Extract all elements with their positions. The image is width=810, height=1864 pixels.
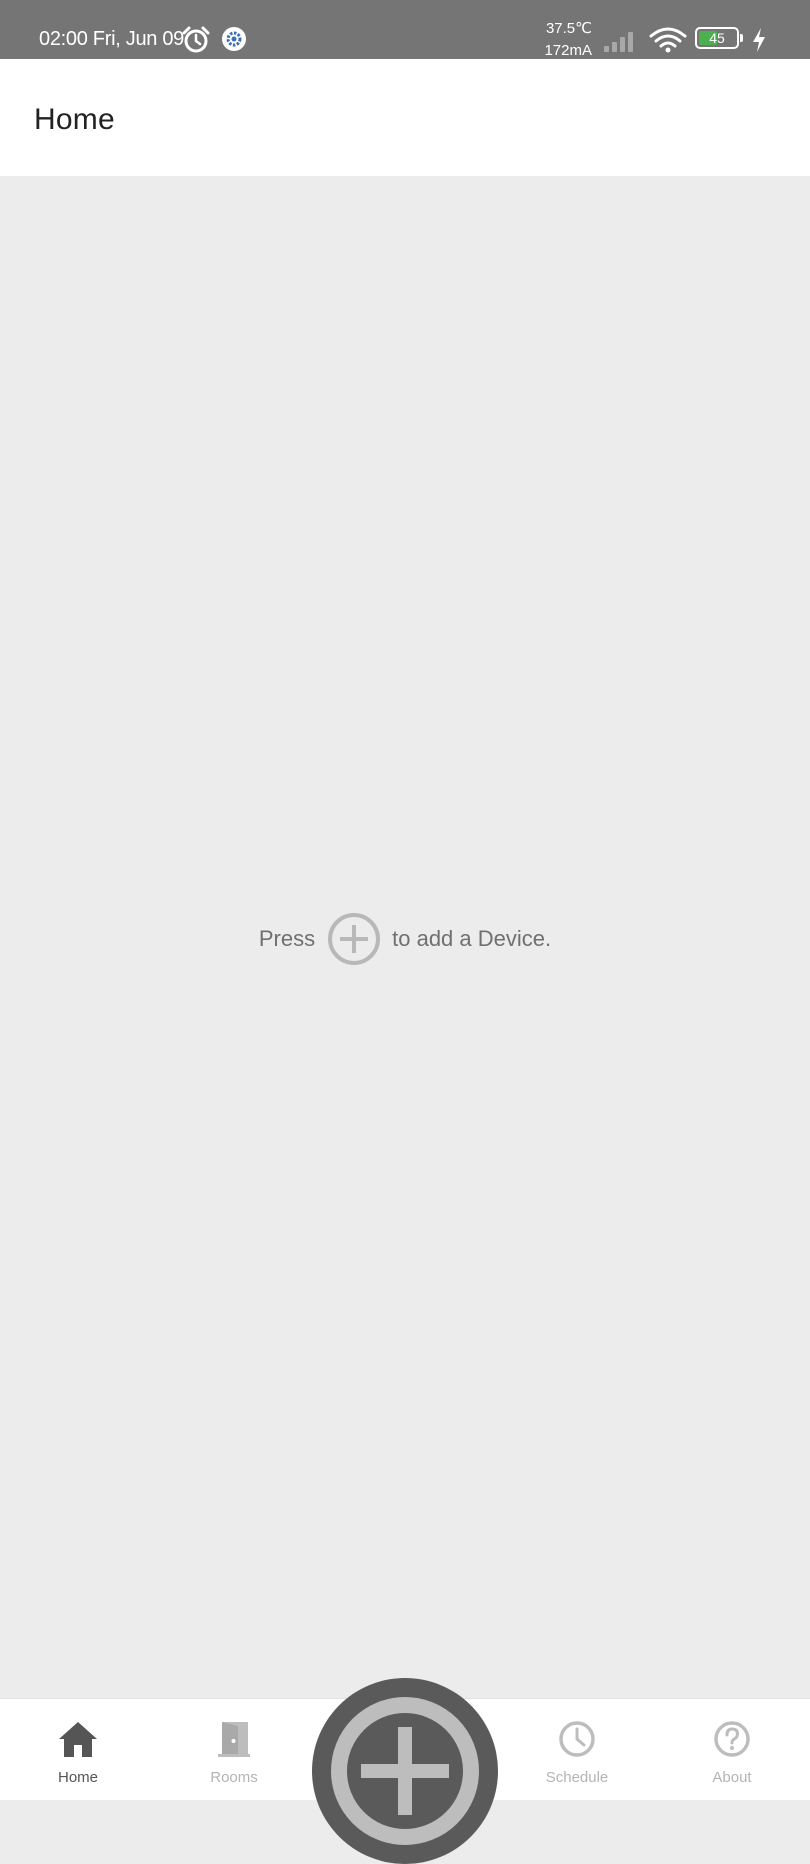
- empty-state-suffix: to add a Device.: [392, 926, 552, 951]
- battery-icon: 45: [695, 27, 745, 51]
- gear-icon: [222, 27, 246, 51]
- add-device-button[interactable]: [312, 1678, 498, 1864]
- empty-state-prefix: Press: [258, 926, 316, 951]
- alarm-clock-icon: [182, 26, 210, 53]
- nav-item-about[interactable]: About: [667, 1699, 797, 1801]
- nav-label-home: Home: [57, 1769, 98, 1786]
- status-time: 02:00 Fri, Jun 09: [39, 28, 184, 50]
- door-icon: [218, 1722, 250, 1757]
- status-temperature: 37.5℃: [545, 20, 592, 37]
- clock-icon: [559, 1721, 595, 1757]
- nav-item-home[interactable]: Home: [13, 1699, 143, 1801]
- battery-level: 45: [709, 30, 725, 46]
- nav-label-schedule: Schedule: [545, 1769, 609, 1786]
- app-bar: Home: [0, 59, 810, 176]
- page-title: Home: [34, 103, 115, 136]
- add-circle-icon: [328, 913, 381, 965]
- charging-bolt-icon: [753, 28, 765, 52]
- add-circle-icon: [331, 1697, 479, 1845]
- help-circle-icon: [714, 1721, 750, 1757]
- status-bar: 02:00 Fri, Jun 09 37.5℃ 172mA 45: [0, 0, 810, 59]
- home-icon: [59, 1722, 97, 1757]
- nav-item-schedule[interactable]: Schedule: [512, 1699, 642, 1801]
- nav-label-rooms: Rooms: [210, 1769, 258, 1786]
- status-current: 172mA: [544, 42, 592, 59]
- wifi-icon: [649, 27, 687, 53]
- nav-label-about: About: [712, 1769, 752, 1786]
- nav-item-rooms[interactable]: Rooms: [169, 1699, 299, 1801]
- cell-signal-icon: [604, 32, 633, 52]
- empty-state: Press to add a Device.: [0, 912, 810, 966]
